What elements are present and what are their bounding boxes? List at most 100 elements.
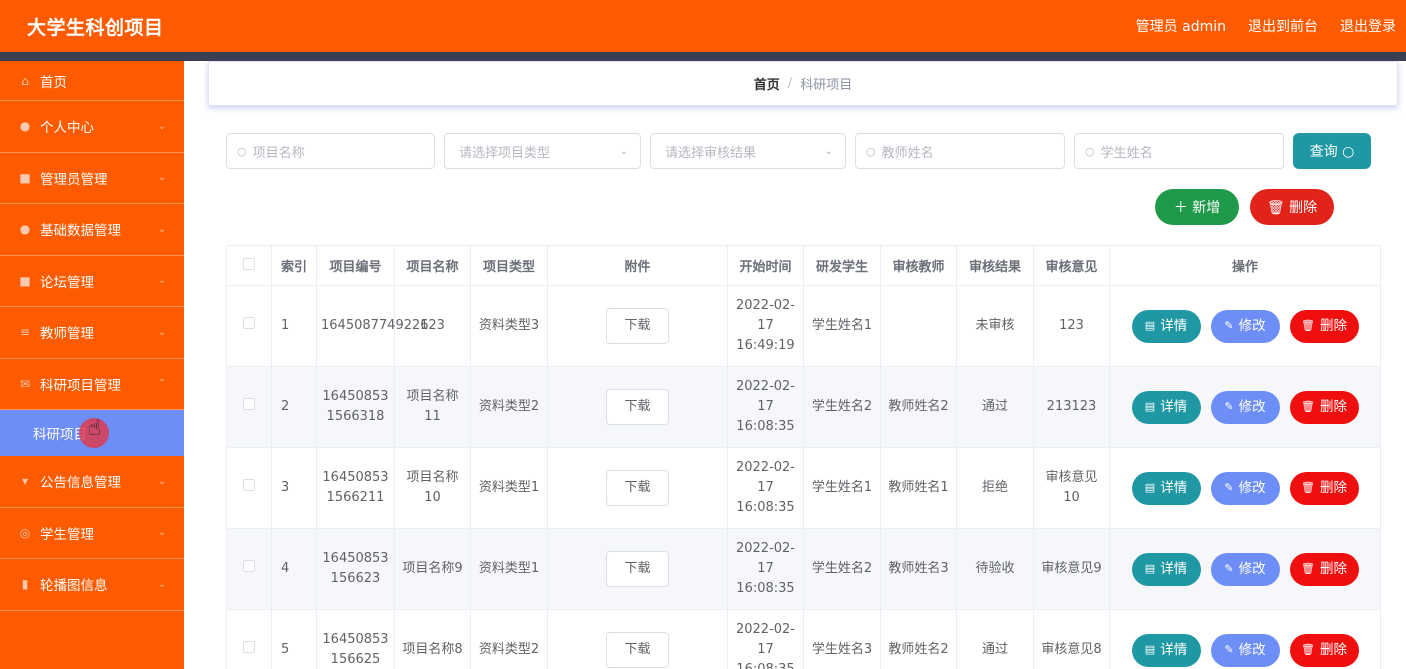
download-button[interactable]: 下载 xyxy=(606,389,669,425)
sidebar-item-research-project[interactable]: ✉ 科研项目管理 ⌃ xyxy=(0,359,184,410)
top-nav: 管理员 admin 退出到前台 退出登录 xyxy=(1114,16,1396,36)
chevron-down-icon: ⌄ xyxy=(157,475,166,487)
project-code-cell: 16450853 1566318 xyxy=(316,366,395,448)
teacher-cell: 教师姓名1 xyxy=(880,447,957,529)
student-cell: 学生姓名1 xyxy=(803,447,881,529)
row-checkbox[interactable] xyxy=(243,479,255,491)
attachment-cell: 下载 xyxy=(547,285,728,367)
sidebar-item-home[interactable]: ⌂ 首页 xyxy=(0,61,184,101)
document-icon: ▤ xyxy=(1144,481,1156,494)
project-code-cell: 16450853 1566211 xyxy=(316,447,395,529)
delete-button[interactable]: 🗑 删除 xyxy=(1289,390,1359,424)
sidebar-item-student[interactable]: ◎ 学生管理 ⌄ xyxy=(0,508,184,559)
select-all-checkbox[interactable] xyxy=(243,257,255,270)
row-select-cell[interactable] xyxy=(226,366,272,448)
chevron-down-icon: ⌄ xyxy=(157,172,166,184)
actions-cell: ▤ 详情 ✎ 修改 🗑 删除 xyxy=(1109,366,1381,448)
sidebar-item-carousel[interactable]: ▮ 轮播图信息 ⌄ xyxy=(0,559,184,611)
project-name-cell: 项目名称10 xyxy=(394,447,471,529)
sidebar-item-label: 教师管理 xyxy=(40,326,94,343)
detail-button[interactable]: ▤ 详情 xyxy=(1131,633,1201,667)
detail-button[interactable]: ▤ 详情 xyxy=(1131,552,1201,586)
input-placeholder: 学生姓名 xyxy=(1100,145,1153,161)
exit-to-front-link[interactable]: 退出到前台 xyxy=(1248,16,1318,36)
logout-link[interactable]: 退出登录 xyxy=(1340,16,1396,36)
row-checkbox[interactable] xyxy=(243,560,255,572)
download-button[interactable]: 下载 xyxy=(606,632,669,668)
column-header: 开始时间 xyxy=(727,245,804,286)
batch-delete-button[interactable]: 🗑 删除 xyxy=(1250,189,1334,225)
sidebar-item-personal-center[interactable]: ● 个人中心 ⌄ xyxy=(0,101,184,153)
attachment-cell: 下载 xyxy=(547,528,728,610)
sidebar-item-teacher[interactable]: ≡ 教师管理 ⌄ xyxy=(0,307,184,359)
sidebar-item-notice[interactable]: ▾ 公告信息管理 ⌄ xyxy=(0,456,184,508)
sidebar-item-forum[interactable]: ■ 论坛管理 ⌄ xyxy=(0,256,184,307)
detail-label: 详情 xyxy=(1160,480,1188,496)
query-button[interactable]: 查询 ○ xyxy=(1293,133,1371,169)
project-name-input[interactable]: ○ 项目名称 xyxy=(226,133,435,169)
add-button[interactable]: ＋ 新增 xyxy=(1155,189,1239,225)
trash-icon: 🗑 xyxy=(1301,319,1315,332)
select-all-cell[interactable] xyxy=(226,245,272,286)
start-time-cell: 2022-02-17 16:49:19 xyxy=(727,285,804,367)
table-row: 4 16450853 156623 项目名称9 资料类型1 下载 2022-02-17 1… xyxy=(226,528,1381,610)
download-button[interactable]: 下载 xyxy=(606,551,669,587)
review-result-cell: 通过 xyxy=(956,366,1034,448)
row-select-cell[interactable] xyxy=(226,528,272,610)
download-button[interactable]: 下载 xyxy=(606,470,669,506)
edit-button[interactable]: ✎ 修改 xyxy=(1210,552,1280,586)
review-opinion-cell: 审核意见10 xyxy=(1033,447,1110,529)
sidebar-item-label: 学生管理 xyxy=(40,526,94,543)
student-cell: 学生姓名1 xyxy=(803,285,881,367)
input-placeholder: 项目名称 xyxy=(252,145,305,161)
detail-button[interactable]: ▤ 详情 xyxy=(1131,471,1201,505)
download-button[interactable]: 下载 xyxy=(606,308,669,344)
chevron-down-icon: ⌄ xyxy=(619,145,628,157)
detail-label: 详情 xyxy=(1160,561,1188,577)
breadcrumb: 首页 / 科研项目 xyxy=(208,61,1398,106)
sidebar-subitem-research-project[interactable]: 科研项目 ☝ xyxy=(0,410,184,456)
review-opinion-cell: 审核意见8 xyxy=(1033,609,1110,669)
delete-button[interactable]: 🗑 删除 xyxy=(1289,309,1359,343)
delete-label: 删除 xyxy=(1319,399,1347,415)
project-name-cell: 项目名称8 xyxy=(394,609,471,669)
teacher-cell xyxy=(880,285,957,367)
sidebar-item-basic-data[interactable]: ● 基础数据管理 ⌄ xyxy=(0,204,184,256)
row-select-cell[interactable] xyxy=(226,285,272,367)
app-title: 大学生科创项目 xyxy=(27,17,164,39)
project-type-select[interactable]: 请选择项目类型 ⌄ xyxy=(444,133,641,169)
sidebar-item-label: 论坛管理 xyxy=(40,274,94,291)
teacher-cell: 教师姓名2 xyxy=(880,366,957,448)
column-header: 审核教师 xyxy=(880,245,957,286)
row-checkbox[interactable] xyxy=(243,398,255,410)
edit-button[interactable]: ✎ 修改 xyxy=(1210,633,1280,667)
detail-button[interactable]: ▤ 详情 xyxy=(1131,390,1201,424)
chevron-down-icon: ⌄ xyxy=(157,578,166,590)
edit-button[interactable]: ✎ 修改 xyxy=(1210,309,1280,343)
table-row: 516450853 156625项目名称8资料类型2 下载 2022-02-17 1… xyxy=(226,609,1381,669)
breadcrumb-home[interactable]: 首页 xyxy=(754,74,780,93)
detail-button[interactable]: ▤ 详情 xyxy=(1131,309,1201,343)
edit-label: 修改 xyxy=(1238,642,1266,658)
delete-button[interactable]: 🗑 删除 xyxy=(1289,471,1359,505)
edit-button[interactable]: ✎ 修改 xyxy=(1210,390,1280,424)
review-result-select[interactable]: 请选择审核结果 ⌄ xyxy=(650,133,846,169)
home-icon: ⌂ xyxy=(21,73,29,88)
student-name-input[interactable]: ○ 学生姓名 xyxy=(1074,133,1284,169)
index-cell: 3 xyxy=(271,447,317,529)
sidebar-item-label: 管理员管理 xyxy=(40,171,108,188)
row-checkbox[interactable] xyxy=(243,317,255,329)
row-checkbox[interactable] xyxy=(243,641,255,653)
teacher-name-input[interactable]: ○ 教师姓名 xyxy=(855,133,1065,169)
sidebar-item-label: 科研项目管理 xyxy=(40,377,121,394)
delete-button[interactable]: 🗑 删除 xyxy=(1289,552,1359,586)
actions-cell: ▤ 详情 ✎ 修改 🗑 删除 xyxy=(1109,609,1381,669)
delete-button[interactable]: 🗑 删除 xyxy=(1289,633,1359,667)
breadcrumb-separator: / xyxy=(787,76,793,91)
briefcase-icon: ■ xyxy=(19,273,31,288)
sidebar-item-admin-management[interactable]: ■ 管理员管理 ⌄ xyxy=(0,153,184,204)
search-icon: ○ xyxy=(1085,144,1095,158)
row-select-cell[interactable] xyxy=(226,447,272,529)
row-select-cell[interactable] xyxy=(226,609,272,669)
edit-button[interactable]: ✎ 修改 xyxy=(1210,471,1280,505)
